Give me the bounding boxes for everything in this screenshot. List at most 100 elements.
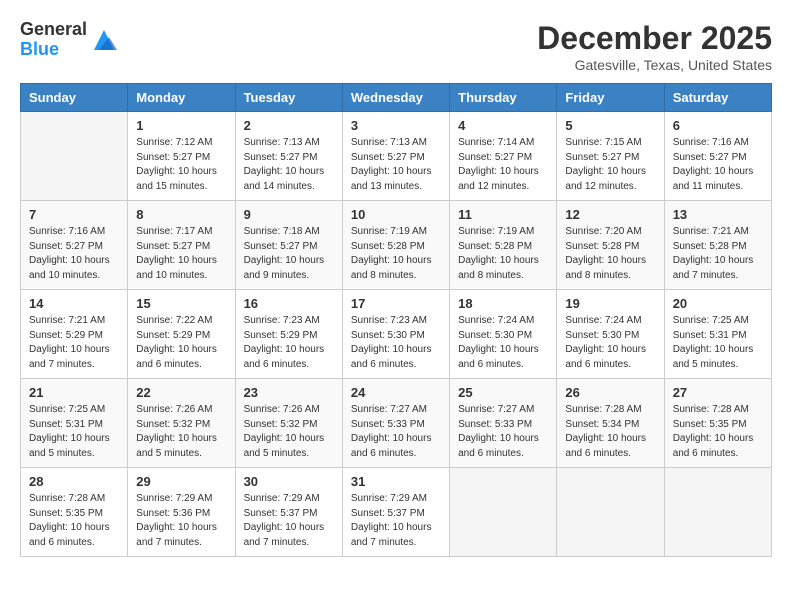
day-info: Sunrise: 7:13 AMSunset: 5:27 PMDaylight:…: [351, 136, 441, 194]
day-number: 14: [29, 296, 119, 311]
day-cell: 17 Sunrise: 7:23 AMSunset: 5:30 PMDayligh…: [342, 290, 449, 379]
day-number: 26: [565, 385, 655, 400]
day-info: Sunrise: 7:24 AMSunset: 5:30 PMDaylight:…: [565, 314, 655, 372]
day-number: 21: [29, 385, 119, 400]
day-cell: 20 Sunrise: 7:25 AMSunset: 5:31 PMDayligh…: [664, 290, 771, 379]
week-row-3: 14 Sunrise: 7:21 AMSunset: 5:29 PMDayligh…: [21, 290, 772, 379]
day-number: 10: [351, 207, 441, 222]
day-info: Sunrise: 7:17 AMSunset: 5:27 PMDaylight:…: [136, 225, 226, 283]
day-number: 11: [458, 207, 548, 222]
day-info: Sunrise: 7:22 AMSunset: 5:29 PMDaylight:…: [136, 314, 226, 372]
day-cell: 18 Sunrise: 7:24 AMSunset: 5:30 PMDayligh…: [450, 290, 557, 379]
day-info: Sunrise: 7:21 AMSunset: 5:28 PMDaylight:…: [673, 225, 763, 283]
day-info: Sunrise: 7:25 AMSunset: 5:31 PMDaylight:…: [29, 403, 119, 461]
day-cell: 2Sunrise: 7:13 AMSunset: 5:27 PMDaylight…: [235, 112, 342, 201]
day-number: 25: [458, 385, 548, 400]
calendar: SundayMondayTuesdayWednesdayThursdayFrid…: [20, 83, 772, 557]
day-info: Sunrise: 7:16 AMSunset: 5:27 PMDaylight:…: [29, 225, 119, 283]
weekday-header-row: SundayMondayTuesdayWednesdayThursdayFrid…: [21, 84, 772, 112]
weekday-header-monday: Monday: [128, 84, 235, 112]
day-cell: [664, 468, 771, 557]
day-cell: 16Sunrise: 7:23 AMSunset: 5:29 PMDayligh…: [235, 290, 342, 379]
title-area: December 2025 Gatesville, Texas, United …: [537, 20, 772, 73]
week-row-4: 21 Sunrise: 7:25 AMSunset: 5:31 PMDayligh…: [21, 379, 772, 468]
day-cell: 10 Sunrise: 7:19 AMSunset: 5:28 PMDayligh…: [342, 201, 449, 290]
day-info: Sunrise: 7:29 AMSunset: 5:36 PMDaylight:…: [136, 492, 226, 550]
day-info: Sunrise: 7:14 AMSunset: 5:27 PMDaylight:…: [458, 136, 548, 194]
day-cell: [557, 468, 664, 557]
day-number: 1: [136, 118, 226, 133]
day-info: Sunrise: 7:26 AMSunset: 5:32 PMDaylight:…: [244, 403, 334, 461]
day-cell: 15 Sunrise: 7:22 AMSunset: 5:29 PMDayligh…: [128, 290, 235, 379]
day-cell: 29 Sunrise: 7:29 AMSunset: 5:36 PMDayligh…: [128, 468, 235, 557]
day-info: Sunrise: 7:16 AMSunset: 5:27 PMDaylight:…: [673, 136, 763, 194]
day-number: 15: [136, 296, 226, 311]
day-cell: 12 Sunrise: 7:20 AMSunset: 5:28 PMDayligh…: [557, 201, 664, 290]
month-title: December 2025: [537, 20, 772, 57]
day-info: Sunrise: 7:27 AMSunset: 5:33 PMDaylight:…: [351, 403, 441, 461]
logo-blue-text: Blue: [20, 40, 87, 60]
weekday-header-thursday: Thursday: [450, 84, 557, 112]
day-cell: 13 Sunrise: 7:21 AMSunset: 5:28 PMDayligh…: [664, 201, 771, 290]
day-cell: 3 Sunrise: 7:13 AMSunset: 5:27 PMDaylight…: [342, 112, 449, 201]
day-number: 7: [29, 207, 119, 222]
day-cell: 26 Sunrise: 7:28 AMSunset: 5:34 PMDayligh…: [557, 379, 664, 468]
day-info: Sunrise: 7:23 AMSunset: 5:30 PMDaylight:…: [351, 314, 441, 372]
logo-icon: [89, 25, 119, 55]
day-info: Sunrise: 7:28 AMSunset: 5:34 PMDaylight:…: [565, 403, 655, 461]
day-cell: 24Sunrise: 7:27 AMSunset: 5:33 PMDayligh…: [342, 379, 449, 468]
day-cell: 4 Sunrise: 7:14 AMSunset: 5:27 PMDaylight…: [450, 112, 557, 201]
day-number: 12: [565, 207, 655, 222]
day-number: 30: [244, 474, 334, 489]
day-info: Sunrise: 7:28 AMSunset: 5:35 PMDaylight:…: [673, 403, 763, 461]
logo-general-text: General: [20, 20, 87, 40]
day-info: Sunrise: 7:19 AMSunset: 5:28 PMDaylight:…: [458, 225, 548, 283]
day-number: 27: [673, 385, 763, 400]
day-cell: 11 Sunrise: 7:19 AMSunset: 5:28 PMDayligh…: [450, 201, 557, 290]
weekday-header-wednesday: Wednesday: [342, 84, 449, 112]
day-info: Sunrise: 7:19 AMSunset: 5:28 PMDaylight:…: [351, 225, 441, 283]
day-info: Sunrise: 7:12 AMSunset: 5:27 PMDaylight:…: [136, 136, 226, 194]
day-number: 5: [565, 118, 655, 133]
day-number: 13: [673, 207, 763, 222]
day-cell: 25Sunrise: 7:27 AMSunset: 5:33 PMDayligh…: [450, 379, 557, 468]
day-number: 28: [29, 474, 119, 489]
day-cell: 31Sunrise: 7:29 AMSunset: 5:37 PMDayligh…: [342, 468, 449, 557]
day-cell: 6Sunrise: 7:16 AMSunset: 5:27 PMDaylight…: [664, 112, 771, 201]
day-info: Sunrise: 7:26 AMSunset: 5:32 PMDaylight:…: [136, 403, 226, 461]
day-number: 17: [351, 296, 441, 311]
day-cell: 22Sunrise: 7:26 AMSunset: 5:32 PMDayligh…: [128, 379, 235, 468]
day-info: Sunrise: 7:20 AMSunset: 5:28 PMDaylight:…: [565, 225, 655, 283]
day-info: Sunrise: 7:29 AMSunset: 5:37 PMDaylight:…: [244, 492, 334, 550]
weekday-header-tuesday: Tuesday: [235, 84, 342, 112]
day-number: 18: [458, 296, 548, 311]
day-info: Sunrise: 7:25 AMSunset: 5:31 PMDaylight:…: [673, 314, 763, 372]
day-cell: 23 Sunrise: 7:26 AMSunset: 5:32 PMDayligh…: [235, 379, 342, 468]
day-number: 23: [244, 385, 334, 400]
day-cell: 30 Sunrise: 7:29 AMSunset: 5:37 PMDayligh…: [235, 468, 342, 557]
day-number: 3: [351, 118, 441, 133]
day-cell: 1 Sunrise: 7:12 AMSunset: 5:27 PMDaylight…: [128, 112, 235, 201]
day-number: 29: [136, 474, 226, 489]
header: General Blue December 2025 Gatesville, T…: [20, 20, 772, 73]
day-info: Sunrise: 7:28 AMSunset: 5:35 PMDaylight:…: [29, 492, 119, 550]
day-info: Sunrise: 7:18 AMSunset: 5:27 PMDaylight:…: [244, 225, 334, 283]
day-number: 20: [673, 296, 763, 311]
day-cell: [450, 468, 557, 557]
week-row-5: 28 Sunrise: 7:28 AMSunset: 5:35 PMDayligh…: [21, 468, 772, 557]
day-number: 8: [136, 207, 226, 222]
logo: General Blue: [20, 20, 119, 60]
day-number: 19: [565, 296, 655, 311]
day-cell: 5 Sunrise: 7:15 AMSunset: 5:27 PMDaylight…: [557, 112, 664, 201]
weekday-header-saturday: Saturday: [664, 84, 771, 112]
day-number: 2: [244, 118, 334, 133]
week-row-2: 7 Sunrise: 7:16 AMSunset: 5:27 PMDaylight…: [21, 201, 772, 290]
day-info: Sunrise: 7:23 AMSunset: 5:29 PMDaylight:…: [244, 314, 334, 372]
week-row-1: 1 Sunrise: 7:12 AMSunset: 5:27 PMDaylight…: [21, 112, 772, 201]
location: Gatesville, Texas, United States: [537, 57, 772, 73]
day-info: Sunrise: 7:21 AMSunset: 5:29 PMDaylight:…: [29, 314, 119, 372]
day-number: 4: [458, 118, 548, 133]
day-info: Sunrise: 7:24 AMSunset: 5:30 PMDaylight:…: [458, 314, 548, 372]
day-info: Sunrise: 7:15 AMSunset: 5:27 PMDaylight:…: [565, 136, 655, 194]
day-cell: 7 Sunrise: 7:16 AMSunset: 5:27 PMDaylight…: [21, 201, 128, 290]
